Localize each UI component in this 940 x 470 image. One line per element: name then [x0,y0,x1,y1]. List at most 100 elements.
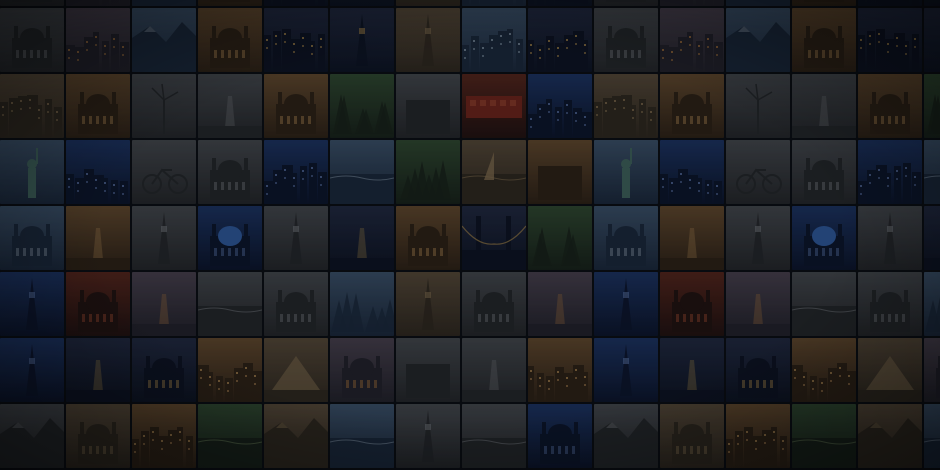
photo-city-lights [858,8,922,72]
photo-golden-gate [66,272,130,336]
photo-harbor-night [66,0,130,6]
photo-tower-night [924,8,940,72]
photo-old-town [594,74,658,138]
photo-tile-bicycle [132,140,196,204]
photo-tile-spiral-street [792,74,856,138]
photo-blue-towers [0,338,64,402]
photo-hillside-town [132,404,196,468]
photo-tile-lit-city [792,338,856,402]
photo-tile-plaza [66,140,130,204]
photo-harbor-night [660,0,724,6]
photo-tile-statue-of-liberty [0,140,64,204]
photo-tile-tower-night [924,0,940,6]
photo-tile-jungle [528,206,592,270]
photo-bicycle [726,140,790,204]
photo-cathedral-night [792,0,856,6]
photo-plaza [660,140,724,204]
photo-tile-big-ben [858,206,922,270]
photo-tile-pier [792,272,856,336]
photo-tile-stone-path [396,338,460,402]
photo-spiral-street [198,74,262,138]
photo-tile-hillside-town [132,404,196,468]
photo-dome [0,8,64,72]
photo-tile-crowd [264,140,328,204]
photo-tile-cathedral-night [198,8,262,72]
photo-coast-village [924,404,940,468]
photo-crowd [858,140,922,204]
photo-tile-city-lights [264,0,328,6]
photo-tile-bridge-arch [66,74,130,138]
photo-tile-railway [462,338,526,402]
photo-tile-train [462,74,526,138]
photo-tile-sea-horizon [198,404,262,468]
photo-tower-night [330,8,394,72]
photo-tile-dome [0,8,64,72]
photo-tile-plaza [660,140,724,204]
photo-tile-waterfall-cliff [594,404,658,468]
photo-mosaic [0,0,940,470]
photo-rock-climber [858,404,922,468]
photo-beach-wave [924,140,940,204]
photo-pyramid [858,338,922,402]
photo-train [462,74,526,138]
photo-snow-trees [330,272,394,336]
photo-tile-gothic-cathedral [792,140,856,204]
photo-tile-waterfall-cliff [0,404,64,468]
photo-skyscrapers [528,140,592,204]
photo-mountains [132,0,196,6]
photo-street-lamp [660,338,724,402]
photo-tile-dome [0,0,64,6]
photo-tile-forest-lake [330,74,394,138]
photo-bridge-arch [66,74,130,138]
photo-tile-lit-bridge [462,206,526,270]
photo-spiral-street [792,74,856,138]
photo-tile-milan-cathedral [462,272,526,336]
photo-tile-palace [264,272,328,336]
photo-tile-cloud-city [462,0,526,6]
photo-night-road [924,206,940,270]
photo-tile-pyramid [264,338,328,402]
photo-blue-towers [594,338,658,402]
photo-tile-night-road [924,206,940,270]
photo-dark-street [726,272,790,336]
photo-tile-skyscrapers [528,140,592,204]
photo-tile-cathedral-night [198,0,262,6]
photo-city-lights [264,0,328,6]
photo-statue-of-liberty [594,140,658,204]
photo-tile-pier [198,272,262,336]
photo-tile-statue-of-liberty [594,140,658,204]
photo-tile-mountains [132,0,196,6]
photo-bicycle [132,140,196,204]
photo-tile-tower-night [330,8,394,72]
photo-windmill [132,74,196,138]
photo-tile-clock-tower [132,206,196,270]
photo-cloud-city [462,8,526,72]
photo-tile-lifeguard-tower [396,272,460,336]
photo-tower-bridge [594,272,658,336]
photo-tile-night-road [330,206,394,270]
photo-forest-lake [924,74,940,138]
photo-tile-street-lamp [660,338,724,402]
photo-white-building [396,74,460,138]
photo-tile-blue-towers [0,338,64,402]
photo-tile-beach-wave [924,140,940,204]
photo-lit-city [198,338,262,402]
photo-tower-bridge [0,272,64,336]
photo-snow-trees [924,272,940,336]
photo-tile-old-town [0,74,64,138]
photo-tile-colorful-houses [528,338,592,402]
photo-tile-mountains [726,0,790,6]
photo-pyramid [264,338,328,402]
photo-rock-climber [264,404,328,468]
photo-blue-dome [198,206,262,270]
photo-tile-eiffel-tower [396,8,460,72]
photo-tile-cloud-city [462,8,526,72]
photo-harbor-night [660,8,724,72]
photo-tile-windmill [726,74,790,138]
photo-tile-river-city [528,74,592,138]
photo-tile-snow-trees [330,272,394,336]
photo-tile-arch-building [924,338,940,402]
photo-tile-blue-dome [792,206,856,270]
photo-tile-town-hall [660,404,724,468]
photo-tile-golden-gate [66,272,130,336]
